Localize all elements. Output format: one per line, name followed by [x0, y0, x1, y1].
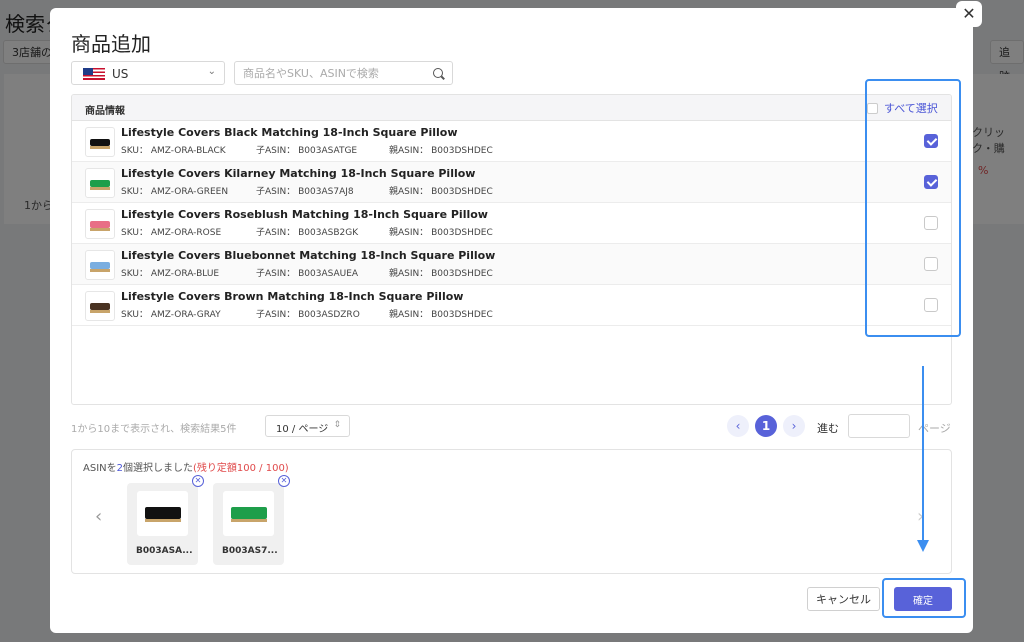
selected-prefix: ASINを: [83, 463, 117, 474]
product-image-base: [145, 519, 181, 522]
product-parent-asin: 親ASIN： B003DSHDEC: [389, 228, 493, 238]
product-parent-asin: 親ASIN： B003DSHDEC: [389, 310, 493, 320]
remove-icon[interactable]: ✕: [192, 475, 204, 487]
product-sku: SKU： AMZ-ORA-GREEN: [121, 187, 229, 197]
product-image-icon: [90, 303, 110, 310]
product-meta: SKU： AMZ-ORA-GRAY 子ASIN： B003ASDZRO 親ASIN：…: [121, 307, 493, 320]
checkbox-highlight-box: [865, 79, 961, 337]
product-meta: SKU： AMZ-ORA-BLUE 子ASIN： B003ASAUEA 親ASIN：…: [121, 266, 493, 279]
table-row: Lifestyle Covers Brown Matching 18-Inch …: [72, 285, 951, 326]
selected-item-card: B003AS7...: [213, 483, 284, 565]
product-meta: SKU： AMZ-ORA-GREEN 子ASIN： B003AS7AJ8 親ASIN…: [121, 184, 493, 197]
product-thumbnail: [85, 127, 115, 157]
per-page-select[interactable]: 10 / ページ ⇕: [265, 415, 350, 437]
product-image-base: [231, 519, 267, 522]
table-row: Lifestyle Covers Black Matching 18-Inch …: [72, 121, 951, 162]
selected-item-asin: B003AS7...: [222, 546, 278, 556]
annotation-arrow-head-icon: [917, 540, 929, 552]
product-image-icon: [90, 180, 110, 187]
prev-page-button[interactable]: ‹: [727, 415, 749, 437]
per-page-label: 10 / ページ: [276, 424, 329, 435]
product-child-asin: 子ASIN： B003ASDZRO: [256, 310, 360, 320]
table-row: Lifestyle Covers Kilarney Matching 18-In…: [72, 162, 951, 203]
search-icon[interactable]: [433, 68, 443, 78]
selected-summary: ASINを2個選択しました(残り定額100 / 100): [83, 459, 289, 474]
product-thumbnail: [85, 168, 115, 198]
search-box[interactable]: [234, 61, 453, 85]
product-sku: SKU： AMZ-ORA-BLACK: [121, 146, 226, 156]
sort-arrows-icon: ⇕: [333, 420, 341, 430]
selected-items-panel: ASINを2個選択しました(残り定額100 / 100) ‹ B003ASA..…: [71, 449, 952, 574]
product-image-base: [90, 269, 110, 272]
table-header: 商品情報 すべて選択: [72, 95, 951, 121]
product-child-asin: 子ASIN： B003ASAUEA: [256, 269, 359, 279]
product-thumbnail: [85, 209, 115, 239]
selected-item-image: [223, 491, 274, 536]
product-image-icon: [145, 507, 181, 519]
pager-info: 1から10まで表示され、検索結果5件: [71, 424, 237, 435]
table-row: Lifestyle Covers Bluebonnet Matching 18-…: [72, 244, 951, 285]
product-image-base: [90, 187, 110, 190]
chevron-down-icon: ⌄: [207, 66, 216, 77]
modal-title: 商品追加: [71, 32, 151, 56]
product-rows: Lifestyle Covers Black Matching 18-Inch …: [72, 121, 951, 326]
product-image-base: [90, 146, 110, 149]
product-child-asin: 子ASIN： B003AS7AJ8: [256, 187, 354, 197]
product-image-base: [90, 228, 110, 231]
selected-item-image: [137, 491, 188, 536]
product-image-base: [90, 310, 110, 313]
selected-item-card: B003ASA...: [127, 483, 198, 565]
product-sku: SKU： AMZ-ORA-GRAY: [121, 310, 221, 320]
product-title: Lifestyle Covers Roseblush Matching 18-I…: [121, 208, 488, 221]
table-row: Lifestyle Covers Roseblush Matching 18-I…: [72, 203, 951, 244]
product-title: Lifestyle Covers Bluebonnet Matching 18-…: [121, 249, 496, 262]
column-header-product-info: 商品情報: [85, 106, 125, 117]
carousel-prev-icon[interactable]: ‹: [95, 506, 102, 527]
product-sku: SKU： AMZ-ORA-BLUE: [121, 269, 220, 279]
product-sku: SKU： AMZ-ORA-ROSE: [121, 228, 222, 238]
us-flag-icon: [83, 68, 105, 80]
selected-remaining: (残り定額100 / 100): [193, 463, 289, 474]
product-parent-asin: 親ASIN： B003DSHDEC: [389, 146, 493, 156]
product-meta: SKU： AMZ-ORA-ROSE 子ASIN： B003ASB2GK 親ASIN：…: [121, 225, 493, 238]
cancel-button[interactable]: キャンセル: [807, 587, 880, 611]
product-image-icon: [231, 507, 267, 519]
remove-icon[interactable]: ✕: [278, 475, 290, 487]
product-parent-asin: 親ASIN： B003DSHDEC: [389, 269, 493, 279]
page-1-button[interactable]: 1: [755, 415, 777, 437]
product-title: Lifestyle Covers Kilarney Matching 18-In…: [121, 167, 476, 180]
product-meta: SKU： AMZ-ORA-BLACK 子ASIN： B003ASATGE 親ASIN…: [121, 143, 493, 156]
product-parent-asin: 親ASIN： B003DSHDEC: [389, 187, 493, 197]
annotation-arrow-line: [922, 366, 924, 542]
search-input[interactable]: [243, 65, 423, 81]
product-title: Lifestyle Covers Black Matching 18-Inch …: [121, 126, 458, 139]
country-label: US: [112, 67, 129, 81]
next-page-button[interactable]: ›: [783, 415, 805, 437]
product-title: Lifestyle Covers Brown Matching 18-Inch …: [121, 290, 464, 303]
product-child-asin: 子ASIN： B003ASB2GK: [256, 228, 359, 238]
close-button[interactable]: ✕: [956, 1, 982, 27]
product-image-icon: [90, 139, 110, 146]
product-image-icon: [90, 262, 110, 269]
add-product-modal: 商品追加 US ⌄ 商品情報 すべて選択 Lifestyle Covers Bl…: [50, 8, 973, 633]
product-thumbnail: [85, 291, 115, 321]
product-image-icon: [90, 221, 110, 228]
selected-middle: 個選択しました: [123, 463, 193, 474]
goto-page-input[interactable]: [848, 414, 910, 438]
product-thumbnail: [85, 250, 115, 280]
confirm-highlight-box: [882, 578, 966, 618]
country-select[interactable]: US ⌄: [71, 61, 225, 85]
product-child-asin: 子ASIN： B003ASATGE: [256, 146, 358, 156]
goto-label: 進む: [817, 422, 839, 435]
selected-item-asin: B003ASA...: [136, 546, 193, 556]
product-table: 商品情報 すべて選択 Lifestyle Covers Black Matchi…: [71, 94, 952, 405]
